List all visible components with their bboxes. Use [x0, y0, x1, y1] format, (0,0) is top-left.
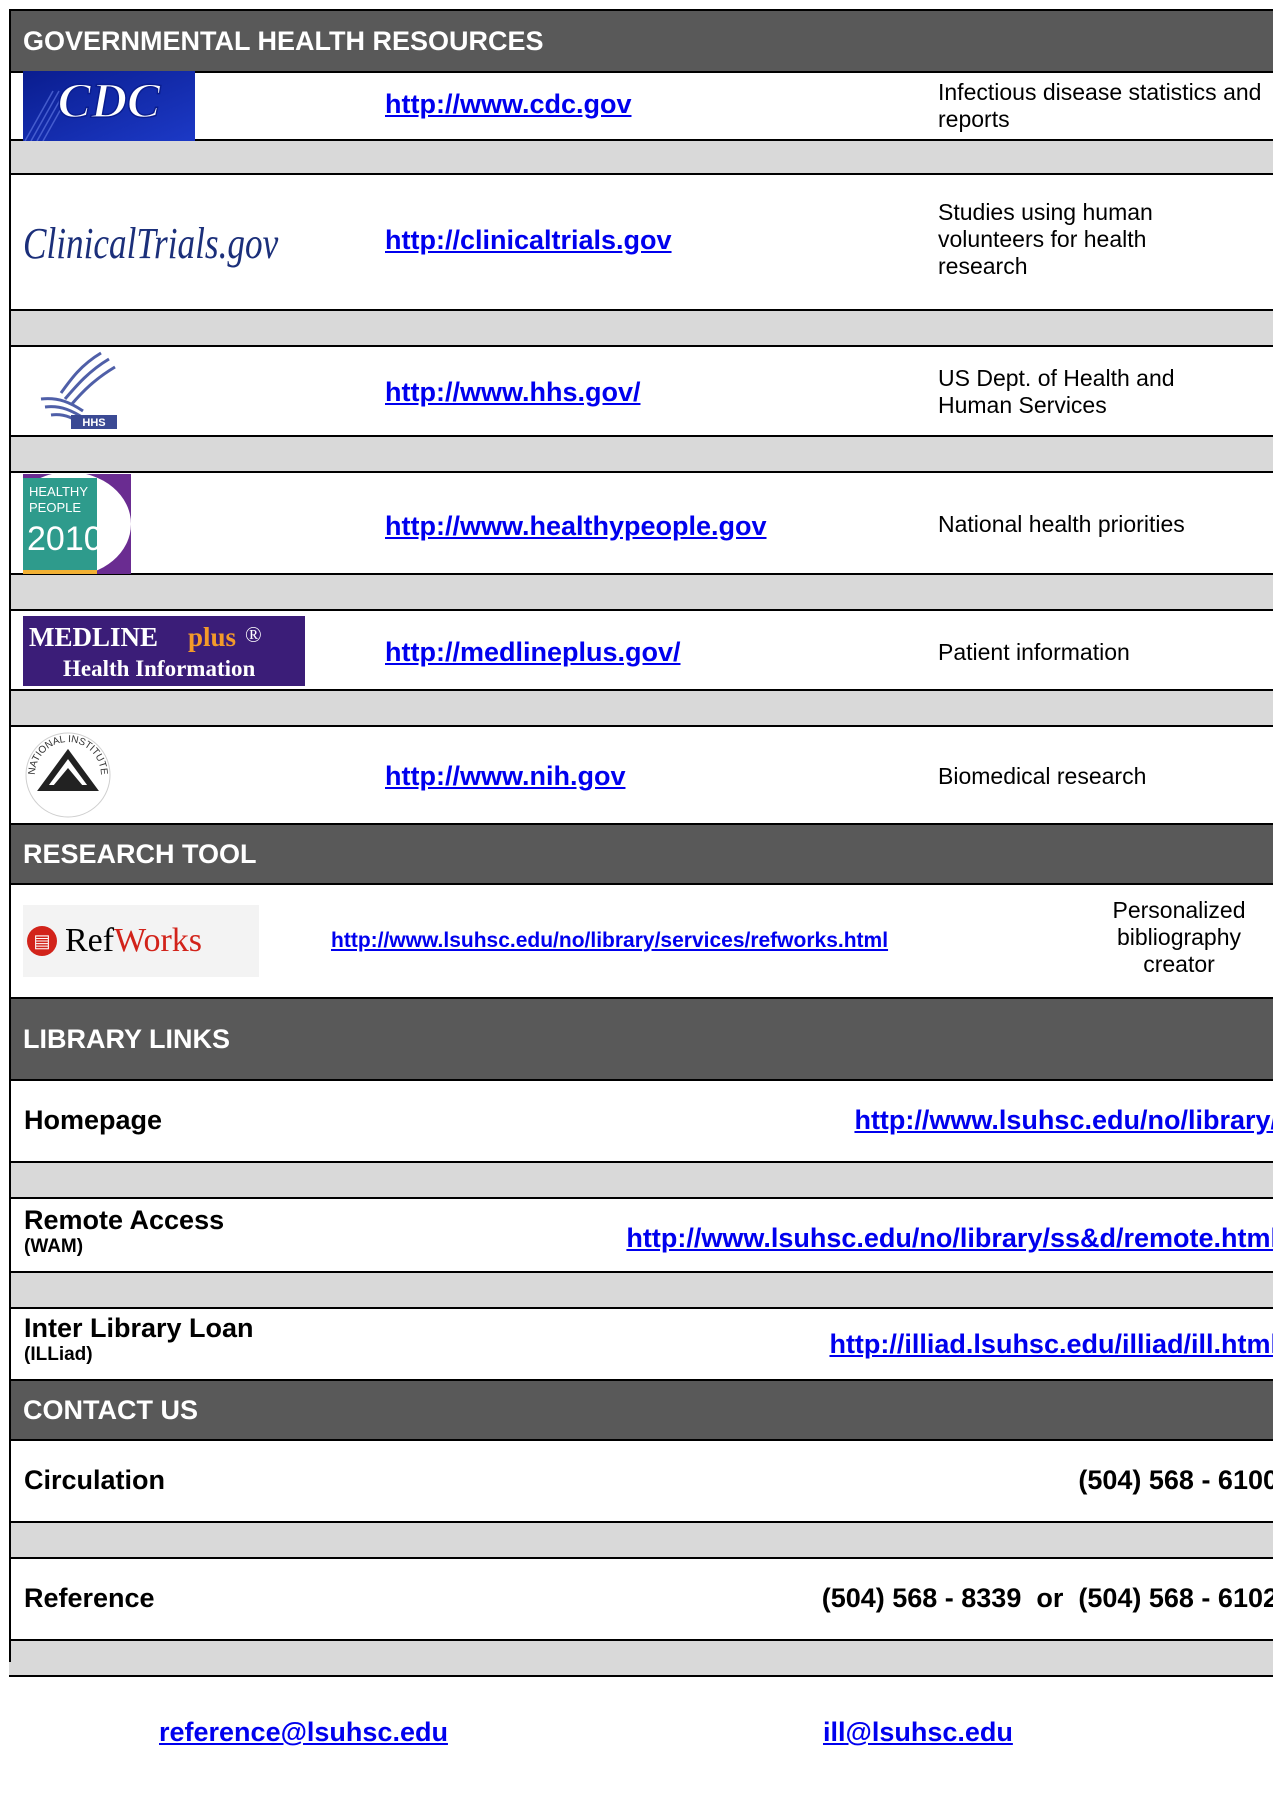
- contact-row-emails: reference@lsuhsc.edu ill@lsuhsc.edu: [9, 1677, 1273, 1797]
- ill-title: Inter Library Loan: [24, 1313, 254, 1343]
- svg-text:Health Information: Health Information: [63, 656, 256, 681]
- section-title: LIBRARY LINKS: [23, 1023, 231, 1054]
- resource-row-cdc: CDC http://www.cdc.gov Infectious diseas…: [9, 71, 1273, 141]
- homepage-label: Homepage: [24, 1105, 163, 1135]
- reference-phone: (504) 568 - 8339 or (504) 568 - 6102: [821, 1583, 1273, 1613]
- library-row-remote-access: Remote Access (WAM) http://www.lsuhsc.ed…: [9, 1199, 1273, 1273]
- contact-row-circulation: Circulation (504) 568 - 6100: [9, 1441, 1273, 1523]
- ill-label: Inter Library Loan (ILLiad): [24, 1313, 254, 1366]
- link-homepage[interactable]: http://www.lsuhsc.edu/no/library/: [854, 1105, 1273, 1136]
- svg-text:HEALTHY: HEALTHY: [29, 484, 88, 499]
- medlineplus-logo: MEDLINE plus ® Health Information: [23, 611, 305, 691]
- resource-row-hhs: HHS http://www.hhs.gov/ US Dept. of Heal…: [9, 347, 1273, 437]
- resource-document: GOVERNMENTAL HEALTH RESOURCES CDC http:/…: [9, 9, 1273, 1797]
- link-cdc[interactable]: http://www.cdc.gov: [385, 89, 632, 120]
- link-ill[interactable]: http://illiad.lsuhsc.edu/illiad/ill.html: [829, 1329, 1273, 1360]
- svg-text:HHS: HHS: [82, 417, 105, 429]
- circulation-phone: (504) 568 - 6100: [1078, 1465, 1273, 1495]
- hhs-eagle-icon: HHS: [31, 347, 131, 437]
- row-separator: [9, 575, 1273, 611]
- row-separator: [9, 1523, 1273, 1559]
- resource-row-refworks: ▤ Ref Works http://www.lsuhsc.edu/no/libr…: [9, 885, 1273, 997]
- clinicaltrials-logo: ClinicalTrials.gov: [23, 175, 342, 311]
- section-header-contact: CONTACT US: [9, 1379, 1273, 1441]
- library-row-homepage: Homepage http://www.lsuhsc.edu/no/librar…: [9, 1081, 1273, 1163]
- resource-row-nih: NATIONAL INSTITUTES OF HEALTH http://www…: [9, 727, 1273, 823]
- link-refworks[interactable]: http://www.lsuhsc.edu/no/library/service…: [331, 929, 888, 953]
- resource-row-medlineplus: MEDLINE plus ® Health Information http:/…: [9, 611, 1273, 691]
- row-separator: [9, 311, 1273, 347]
- link-remote-access[interactable]: http://www.lsuhsc.edu/no/library/ss&d/re…: [626, 1223, 1273, 1254]
- library-row-ill: Inter Library Loan (ILLiad) http://illia…: [9, 1309, 1273, 1379]
- row-separator: [9, 691, 1273, 727]
- desc-hhs: US Dept. of Health and Human Services: [938, 365, 1175, 418]
- document-left-border: [9, 9, 11, 1662]
- desc-refworks: Personalized bibliography creator: [1112, 897, 1246, 977]
- healthypeople-logo: HEALTHY PEOPLE 2010: [23, 473, 131, 575]
- desc-cdc: Infectious disease statistics and report…: [938, 79, 1262, 132]
- svg-text:MEDLINE: MEDLINE: [29, 622, 158, 652]
- link-hhs[interactable]: http://www.hhs.gov/: [385, 377, 640, 408]
- desc-nih: Biomedical research: [938, 763, 1147, 789]
- remote-access-title: Remote Access: [24, 1205, 225, 1235]
- remote-access-sub: (WAM): [24, 1236, 84, 1257]
- contact-row-reference: Reference (504) 568 - 8339 or (504) 568 …: [9, 1559, 1273, 1641]
- desc-healthypeople: National health priorities: [938, 511, 1185, 537]
- link-medlineplus[interactable]: http://medlineplus.gov/: [385, 637, 681, 668]
- link-nih[interactable]: http://www.nih.gov: [385, 761, 625, 792]
- resource-row-healthypeople: HEALTHY PEOPLE 2010 http://www.healthype…: [9, 473, 1273, 575]
- email-reference-link[interactable]: reference@lsuhsc.edu: [159, 1717, 448, 1748]
- refworks-logo: ▤ Ref Works: [23, 905, 259, 977]
- row-separator: [9, 1641, 1273, 1677]
- section-header-research: RESEARCH TOOL: [9, 823, 1273, 885]
- cdc-logo: CDC: [23, 71, 195, 141]
- svg-text:plus: plus: [188, 622, 236, 652]
- remote-access-label: Remote Access (WAM): [24, 1205, 224, 1258]
- reference-label: Reference: [24, 1583, 155, 1613]
- refworks-logo-ref: Ref: [65, 922, 115, 959]
- resource-row-clinicaltrials: ClinicalTrials.gov http://clinicaltrials…: [9, 175, 1273, 311]
- email-ill-link[interactable]: ill@lsuhsc.edu: [823, 1717, 1013, 1748]
- section-title: GOVERNMENTAL HEALTH RESOURCES: [23, 25, 544, 56]
- nih-seal-icon: NATIONAL INSTITUTES OF HEALTH: [23, 727, 113, 823]
- cdc-logo-image: CDC: [23, 71, 195, 141]
- link-clinicaltrials[interactable]: http://clinicaltrials.gov: [385, 225, 672, 256]
- section-title: RESEARCH TOOL: [23, 838, 257, 869]
- svg-text:CDC: CDC: [58, 72, 161, 128]
- section-header-library: LIBRARY LINKS: [9, 997, 1273, 1081]
- section-title: CONTACT US: [23, 1394, 198, 1425]
- desc-clinicaltrials: Studies using human volunteers for healt…: [938, 199, 1153, 279]
- link-healthypeople[interactable]: http://www.healthypeople.gov: [385, 511, 767, 542]
- section-header-gov: GOVERNMENTAL HEALTH RESOURCES: [9, 9, 1273, 73]
- circulation-label: Circulation: [24, 1465, 166, 1495]
- svg-text:PEOPLE: PEOPLE: [29, 500, 81, 515]
- row-separator: [9, 437, 1273, 473]
- desc-medlineplus: Patient information: [938, 639, 1130, 665]
- row-separator: [9, 1163, 1273, 1199]
- row-separator: [9, 139, 1273, 175]
- refworks-book-icon: ▤: [27, 926, 57, 956]
- refworks-logo-works: Works: [114, 922, 203, 959]
- svg-text:®: ®: [245, 622, 262, 647]
- row-separator: [9, 1273, 1273, 1309]
- ill-sub: (ILLiad): [24, 1344, 93, 1365]
- clinicaltrials-logo-text: ClinicalTrials.gov: [23, 218, 279, 268]
- svg-text:2010: 2010: [27, 520, 103, 558]
